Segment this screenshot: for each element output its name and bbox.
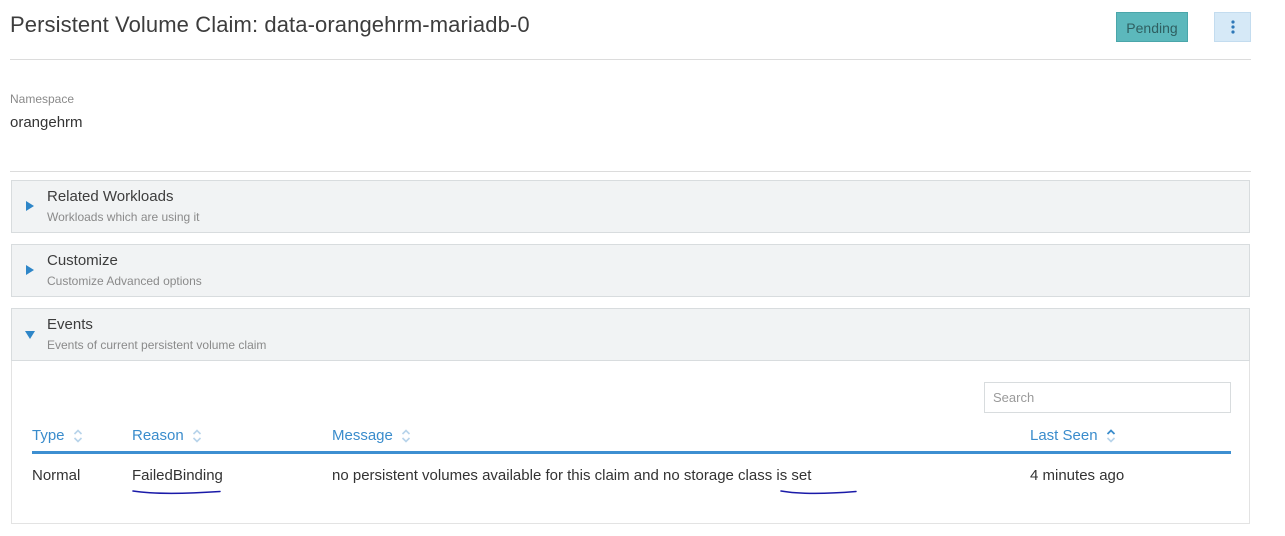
- sort-icon: [401, 428, 410, 443]
- search-input[interactable]: [984, 382, 1231, 413]
- column-header-message[interactable]: Message: [332, 427, 411, 444]
- sort-icon: [73, 428, 82, 443]
- page-header: Persistent Volume Claim: data-orangehrm-…: [10, 0, 1251, 60]
- status-badge: Pending: [1116, 12, 1188, 42]
- divider: [10, 171, 1251, 172]
- section-subtitle: Events of current persistent volume clai…: [47, 338, 267, 352]
- section-subtitle: Workloads which are using it: [47, 210, 200, 224]
- column-header-reason[interactable]: Reason: [132, 427, 202, 444]
- handwritten-underline-reason: [132, 490, 221, 495]
- handwritten-underline-message: [780, 490, 857, 495]
- section-events[interactable]: Events Events of current persistent volu…: [11, 308, 1250, 361]
- events-panel: Type Reason Message Last Seen: [11, 361, 1250, 524]
- column-label: Last Seen: [1030, 427, 1098, 444]
- namespace-label: Namespace: [10, 92, 75, 106]
- page-title: Persistent Volume Claim: data-orangehrm-…: [10, 12, 530, 37]
- namespace-block: Namespace orangehrm: [10, 92, 83, 131]
- more-actions-button[interactable]: [1214, 12, 1251, 42]
- cell-message: no persistent volumes available for this…: [332, 467, 812, 484]
- expand-arrow-icon: [26, 265, 34, 275]
- kebab-menu-icon: [1230, 20, 1235, 34]
- column-label: Type: [32, 427, 65, 444]
- section-related-workloads[interactable]: Related Workloads Workloads which are us…: [11, 180, 1250, 233]
- column-label: Reason: [132, 427, 184, 444]
- section-title: Related Workloads: [47, 188, 174, 205]
- cell-last-seen: 4 minutes ago: [1030, 467, 1125, 484]
- section-title: Events: [47, 316, 93, 333]
- cell-type: Normal: [32, 467, 81, 484]
- section-subtitle: Customize Advanced options: [47, 274, 202, 288]
- events-table-header: Type Reason Message Last Seen: [32, 423, 1231, 454]
- column-label: Message: [332, 427, 393, 444]
- sort-ascending-icon: [1106, 428, 1115, 443]
- expand-arrow-icon: [26, 201, 34, 211]
- sort-icon: [192, 428, 201, 443]
- namespace-value: orangehrm: [10, 114, 83, 131]
- collapse-arrow-icon: [25, 331, 35, 339]
- cell-reason: FailedBinding: [132, 467, 223, 484]
- section-customize[interactable]: Customize Customize Advanced options: [11, 244, 1250, 297]
- table-row: Normal FailedBinding no persistent volum…: [32, 467, 1231, 487]
- column-header-last-seen[interactable]: Last Seen: [1030, 427, 1116, 444]
- column-header-type[interactable]: Type: [32, 427, 83, 444]
- section-title: Customize: [47, 252, 118, 269]
